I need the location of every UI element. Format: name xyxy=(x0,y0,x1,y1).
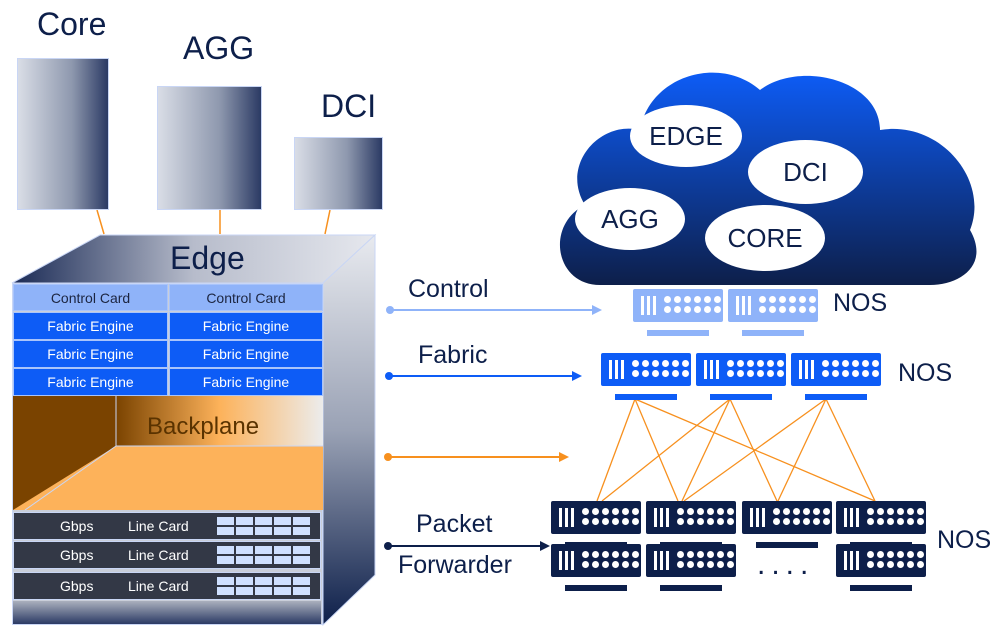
switch-ports-icon xyxy=(799,360,817,379)
switch-leds-icon xyxy=(822,360,880,377)
cloud-core: CORE xyxy=(705,205,825,271)
cloud-edge: EDGE xyxy=(630,105,742,167)
fabric-label: Fabric xyxy=(418,341,488,369)
control-arrow xyxy=(386,305,602,315)
cloud-agg: AGG xyxy=(575,188,685,250)
leaf-switch xyxy=(646,501,736,548)
line-card: Gbps Line Card xyxy=(13,541,321,569)
switch-ports-icon xyxy=(609,360,627,379)
leaf-switch xyxy=(551,501,641,548)
dci-label: DCI xyxy=(321,88,377,124)
fabric-mesh xyxy=(596,398,876,502)
line-card-speed: Gbps xyxy=(60,578,94,594)
fabric-engine: Fabric Engine xyxy=(169,312,323,340)
fabric-engine: Fabric Engine xyxy=(169,368,323,396)
ellipsis: .... xyxy=(757,548,815,581)
leaf-switch xyxy=(646,544,736,591)
fabric-engine: Fabric Engine xyxy=(13,312,168,340)
port-grid xyxy=(217,517,310,535)
switch-base xyxy=(805,394,867,400)
switch-ports-icon xyxy=(704,360,722,379)
line-card-speed: Gbps xyxy=(60,518,94,534)
fabric-engine: Fabric Engine xyxy=(169,340,323,368)
switch-leds-icon xyxy=(677,551,735,568)
nos-label-control: NOS xyxy=(833,289,888,317)
edge-label: Edge xyxy=(170,240,245,276)
nos-label-leaf: NOS xyxy=(937,526,992,554)
leaf-switch xyxy=(836,501,926,548)
line-card-label: Line Card xyxy=(128,547,189,563)
switch-ports-icon xyxy=(654,551,672,570)
fabric-engine: Fabric Engine xyxy=(13,340,168,368)
switch-ports-icon xyxy=(641,296,659,315)
switch-base xyxy=(565,585,627,591)
switch-ports-icon xyxy=(559,551,577,570)
switch-base xyxy=(710,394,772,400)
control-card: Control Card xyxy=(169,284,323,311)
core-chassis xyxy=(17,58,109,210)
chassis-base xyxy=(13,601,321,624)
switch-leds-icon xyxy=(582,508,640,525)
switch-base xyxy=(660,585,722,591)
switch-leds-icon xyxy=(582,551,640,568)
cloud-dci: DCI xyxy=(748,140,863,204)
switch-leds-icon xyxy=(759,296,817,313)
switch-leds-icon xyxy=(773,508,831,525)
leaf-switch xyxy=(742,501,832,548)
switch-ports-icon xyxy=(736,296,754,315)
switch-leds-icon xyxy=(867,508,925,525)
switch-ports-icon xyxy=(750,508,768,527)
fabric-engine: Fabric Engine xyxy=(13,368,168,396)
leaf-switch xyxy=(551,544,641,591)
switch-ports-icon xyxy=(844,551,862,570)
agg-chassis xyxy=(157,86,262,210)
switch-ports-icon xyxy=(654,508,672,527)
dci-chassis xyxy=(294,137,383,210)
line-card: Gbps Line Card xyxy=(13,572,321,600)
port-grid xyxy=(217,577,310,595)
control-label: Control xyxy=(408,275,489,303)
switch-leds-icon xyxy=(664,296,722,313)
switch-ports-icon xyxy=(844,508,862,527)
switch-base xyxy=(850,585,912,591)
line-card-label: Line Card xyxy=(128,518,189,534)
edge-side xyxy=(322,233,376,627)
switch-base xyxy=(742,330,804,336)
port-grid xyxy=(217,546,310,564)
fabric-switch xyxy=(601,353,691,400)
control-card: Control Card xyxy=(13,284,168,311)
line-card-speed: Gbps xyxy=(60,547,94,563)
fabric-arrow xyxy=(385,371,582,381)
forwarder-label: Forwarder xyxy=(398,551,512,579)
leaf-switch xyxy=(836,544,926,591)
line-card-label: Line Card xyxy=(128,578,189,594)
switch-leds-icon xyxy=(727,360,785,377)
fabric-switch xyxy=(696,353,786,400)
switch-base xyxy=(647,330,709,336)
switch-leds-icon xyxy=(632,360,690,377)
control-switch xyxy=(728,289,818,336)
fabric-switch xyxy=(791,353,881,400)
switch-leds-icon xyxy=(867,551,925,568)
packet-arrow xyxy=(384,541,550,551)
core-label: Core xyxy=(37,6,107,42)
control-switch xyxy=(633,289,723,336)
nos-label-fabric: NOS xyxy=(898,359,953,387)
backplane-arrow xyxy=(384,452,569,462)
packet-label: Packet xyxy=(416,510,493,538)
switch-ports-icon xyxy=(559,508,577,527)
backplane-label: Backplane xyxy=(147,413,260,440)
agg-label: AGG xyxy=(183,30,255,66)
line-card: Gbps Line Card xyxy=(13,512,321,540)
switch-leds-icon xyxy=(677,508,735,525)
uplink-lines xyxy=(96,209,331,235)
switch-base xyxy=(615,394,677,400)
